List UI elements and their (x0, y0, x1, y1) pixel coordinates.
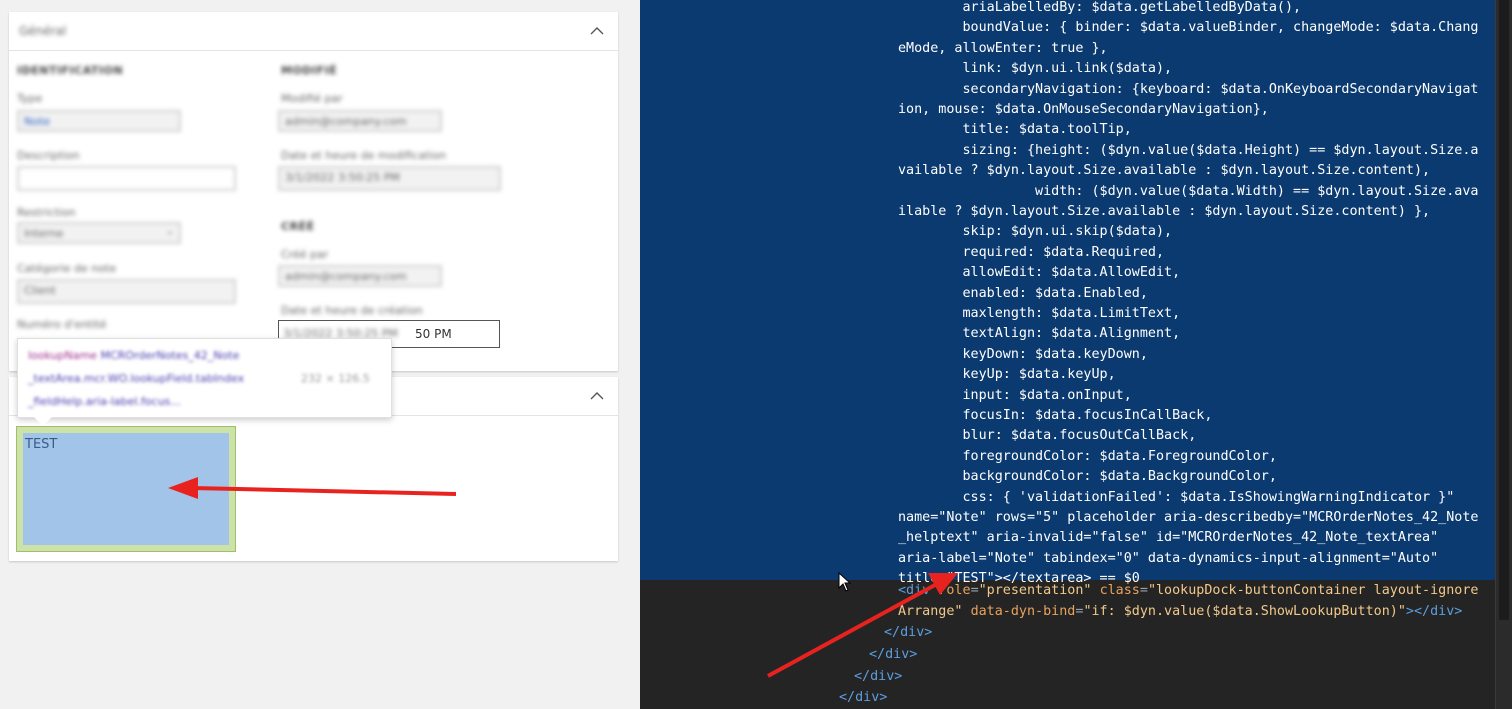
annotation-arrows (168, 477, 958, 678)
arrow-to-title-attr (767, 573, 958, 678)
arrow-to-textarea (168, 477, 457, 499)
